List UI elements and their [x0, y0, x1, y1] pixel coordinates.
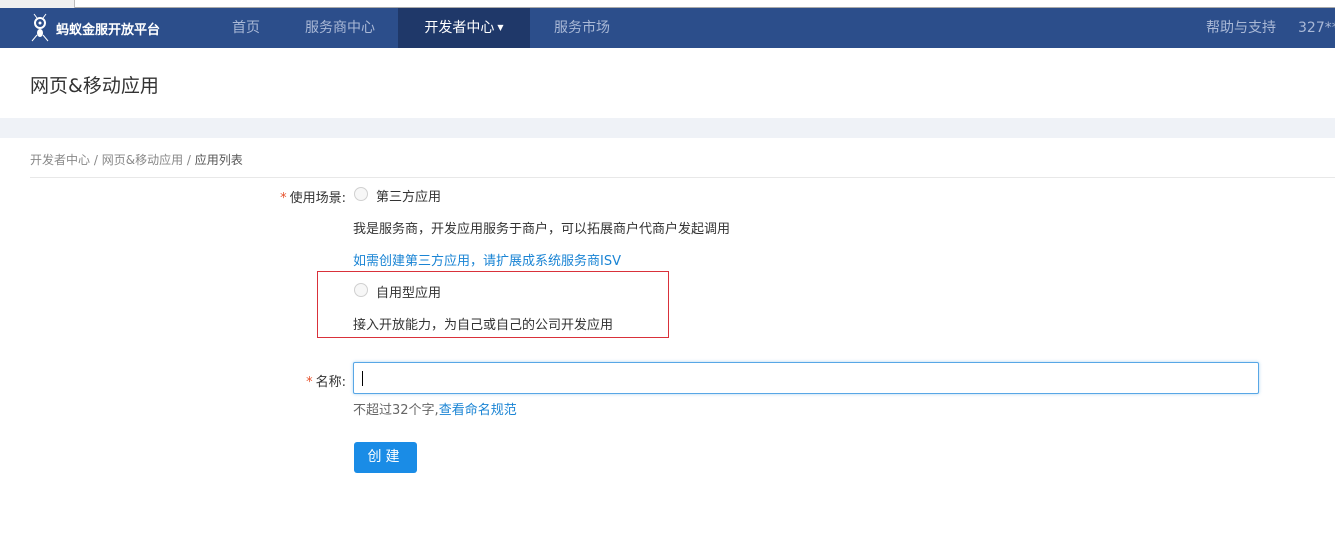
- required-mark: *: [280, 191, 287, 206]
- scene-label: * 使用场景:: [260, 187, 346, 206]
- page-title: 网页&移动应用: [30, 75, 159, 97]
- nav-developer-label: 开发者中心: [424, 20, 495, 36]
- nav-user[interactable]: 327**: [1292, 8, 1335, 48]
- name-hint-text: 不超过32个字,: [353, 403, 439, 418]
- isv-link[interactable]: 如需创建第三方应用，请扩展成系统服务商ISV: [353, 250, 621, 269]
- logo[interactable]: 蚂蚁金服开放平台: [30, 8, 160, 48]
- nav-home[interactable]: 首页: [215, 8, 277, 48]
- browser-tab: [0, 0, 75, 8]
- option-third-party-desc: 我是服务商，开发应用服务于商户，可以拓展商户代商户发起调用: [353, 222, 731, 237]
- scene-label-text: 使用场景:: [289, 191, 346, 206]
- option-third-party-label[interactable]: 第三方应用: [376, 186, 441, 205]
- nav-help[interactable]: 帮助与支持: [1196, 8, 1286, 48]
- radio-third-party[interactable]: [354, 187, 368, 201]
- radio-self-use[interactable]: [354, 283, 368, 297]
- option-self-use-label[interactable]: 自用型应用: [376, 282, 441, 301]
- nav-service-center[interactable]: 服务商中心: [290, 8, 390, 48]
- create-button[interactable]: 创建: [354, 442, 417, 473]
- naming-rules-link[interactable]: 查看命名规范: [439, 403, 517, 418]
- divider-band: [0, 118, 1335, 138]
- name-label-text: 名称:: [315, 375, 346, 390]
- divider: [30, 177, 1335, 178]
- breadcrumb-developer[interactable]: 开发者中心: [30, 153, 90, 167]
- breadcrumb-sep: /: [93, 153, 98, 167]
- name-input[interactable]: [353, 362, 1259, 394]
- nav-developer-center[interactable]: 开发者中心 ▼: [398, 8, 530, 48]
- top-nav: 蚂蚁金服开放平台 首页 服务商中心 开发者中心 ▼ 服务市场 帮助与支持 327*…: [0, 8, 1335, 48]
- name-hint: 不超过32个字,查看命名规范: [353, 399, 517, 418]
- breadcrumb: 开发者中心 / 网页&移动应用 / 应用列表: [30, 151, 243, 168]
- nav-service-market[interactable]: 服务市场: [540, 8, 624, 48]
- required-mark: *: [306, 375, 313, 390]
- breadcrumb-web-mobile[interactable]: 网页&移动应用: [102, 153, 183, 167]
- breadcrumb-sep: /: [186, 153, 191, 167]
- logo-text: 蚂蚁金服开放平台: [56, 22, 161, 38]
- breadcrumb-current: 应用列表: [194, 153, 243, 167]
- name-label: * 名称:: [260, 371, 346, 390]
- browser-strip: [0, 0, 1335, 8]
- option-self-use-desc: 接入开放能力，为自己或自己的公司开发应用: [353, 318, 614, 333]
- text-cursor: [362, 371, 363, 386]
- ant-logo-icon: [31, 13, 49, 42]
- caret-down-icon: ▼: [497, 23, 504, 32]
